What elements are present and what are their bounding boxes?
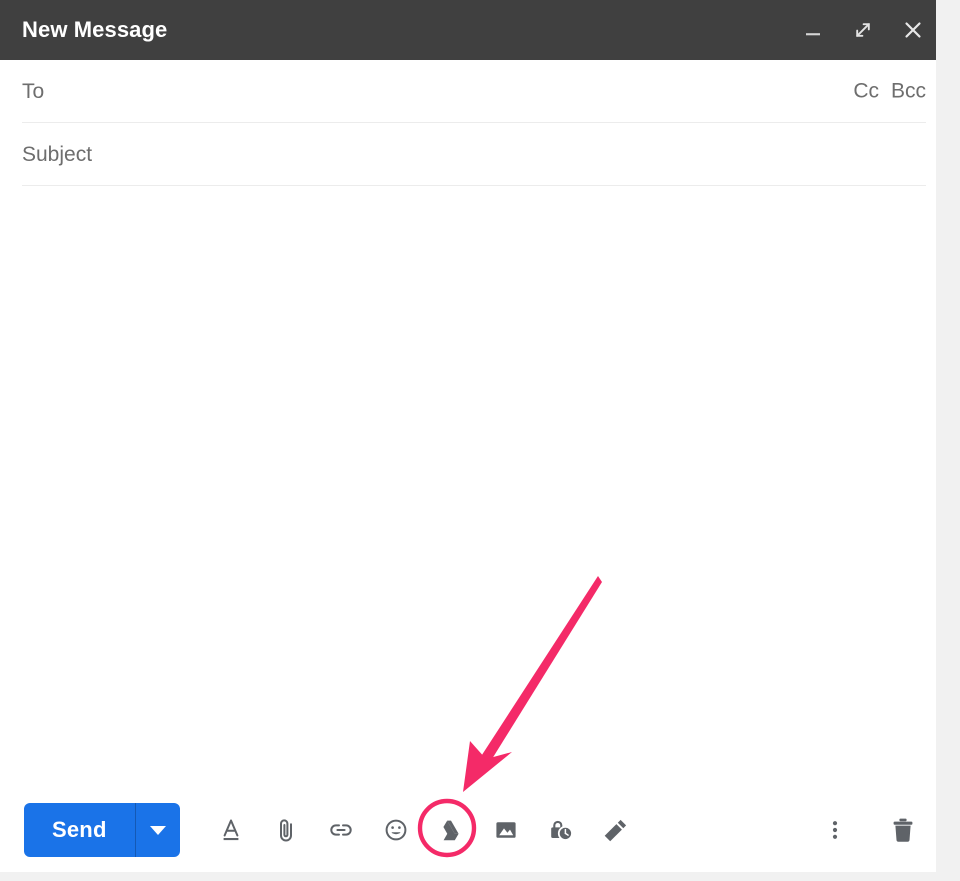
chevron-down-icon	[149, 825, 166, 835]
bcc-button[interactable]: Bcc	[891, 81, 926, 102]
insert-photo-button[interactable]	[479, 803, 533, 857]
page-bottom-edge	[0, 872, 960, 881]
compose-header: New Message	[0, 0, 948, 60]
expand-button[interactable]	[846, 13, 880, 47]
compose-fields: To Cc Bcc Subject	[0, 60, 948, 186]
close-icon	[901, 18, 925, 42]
send-button-group[interactable]: Send	[24, 803, 180, 857]
attach-file-button[interactable]	[259, 803, 313, 857]
subject-field-label: Subject	[22, 142, 93, 166]
insert-signature-button[interactable]	[589, 803, 643, 857]
close-button[interactable]	[896, 13, 930, 47]
confidential-mode-icon	[546, 815, 576, 845]
window-right-edge	[936, 0, 948, 872]
cc-button[interactable]: Cc	[853, 81, 879, 102]
insert-signature-icon	[601, 815, 631, 845]
attach-file-icon	[271, 815, 301, 845]
window-controls	[796, 13, 930, 47]
compose-window: New Message To Cc Bcc Subject Send	[0, 0, 948, 872]
cc-bcc-group: Cc Bcc	[853, 81, 926, 102]
send-options-dropdown-button[interactable]	[136, 803, 180, 857]
confidential-mode-button[interactable]	[534, 803, 588, 857]
more-options-button[interactable]	[808, 803, 862, 857]
insert-link-icon	[326, 815, 356, 845]
compose-toolbar: Send	[0, 788, 948, 872]
insert-drive-button[interactable]	[424, 803, 478, 857]
minimize-button[interactable]	[796, 13, 830, 47]
minimize-icon	[802, 19, 824, 41]
discard-draft-icon	[887, 814, 919, 846]
discard-draft-button[interactable]	[876, 803, 930, 857]
message-body-area[interactable]	[22, 190, 926, 790]
to-field-row[interactable]: To Cc Bcc	[22, 60, 926, 123]
insert-emoji-button[interactable]	[369, 803, 423, 857]
to-field-label: To	[22, 79, 45, 103]
compose-window-title: New Message	[22, 17, 168, 42]
subject-field-row[interactable]: Subject	[22, 123, 926, 186]
expand-icon	[852, 19, 874, 41]
more-options-icon	[820, 815, 850, 845]
insert-drive-icon	[436, 815, 466, 845]
formatting-options-icon	[216, 815, 246, 845]
toolbar-icon-group-right	[808, 803, 930, 857]
send-button[interactable]: Send	[24, 803, 135, 857]
insert-photo-icon	[491, 815, 521, 845]
toolbar-icon-group-left	[204, 803, 643, 857]
insert-link-button[interactable]	[314, 803, 368, 857]
insert-emoji-icon	[381, 815, 411, 845]
formatting-options-button[interactable]	[204, 803, 258, 857]
